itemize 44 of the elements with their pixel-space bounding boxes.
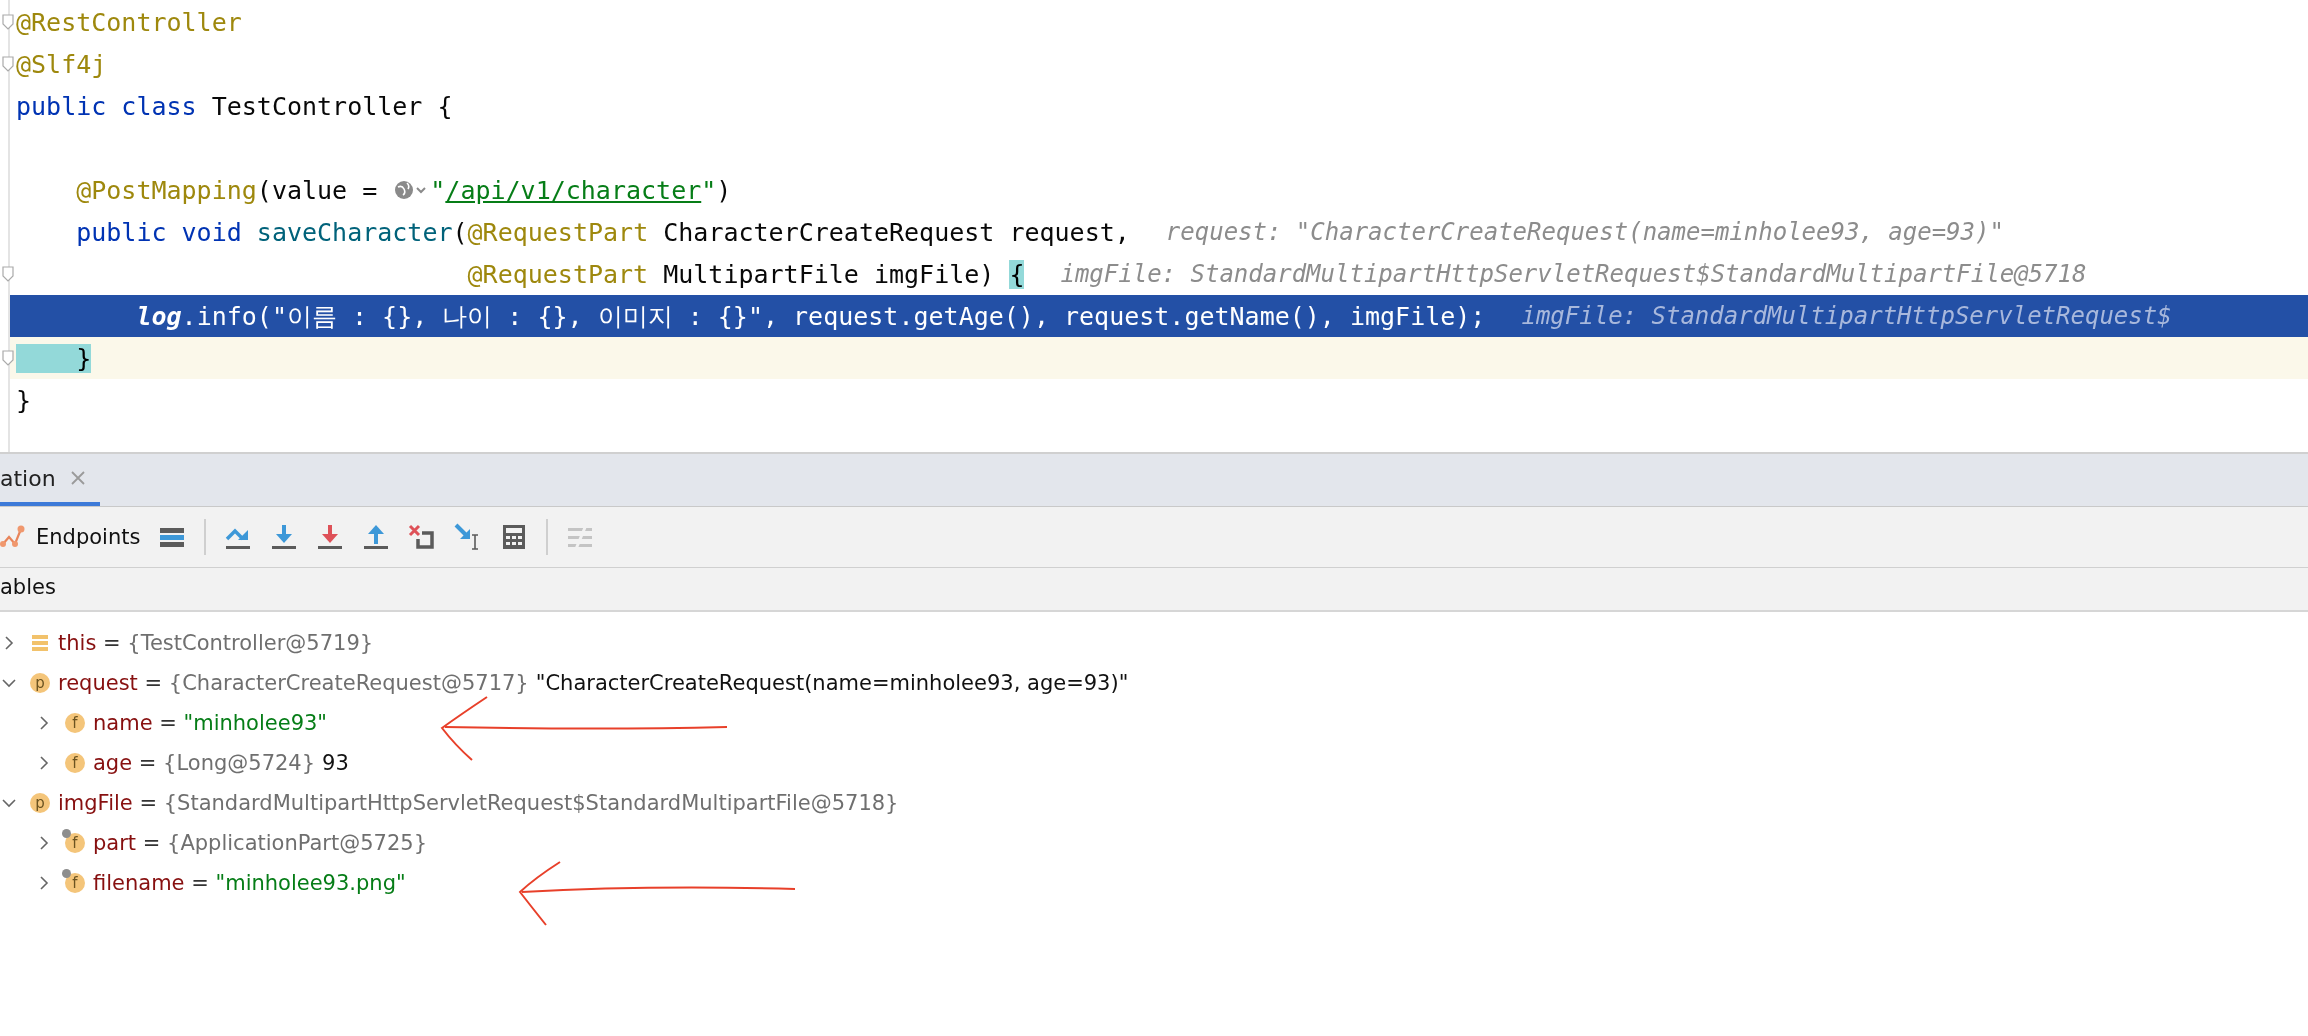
- expand-chevron-icon[interactable]: [37, 756, 51, 770]
- code-text: @RestController: [16, 7, 242, 37]
- code-text: }: [16, 385, 32, 415]
- fold-marker-icon[interactable]: [1, 350, 15, 366]
- variable-entry[interactable]: name = "minholee93": [93, 711, 328, 735]
- code-text: log.info("이름 : {}, 나이 : {}, 이미지 : {}", request.getAge(), request.getName(), imgFile);: [135, 300, 1486, 333]
- variable-entry[interactable]: filename = "minholee93.png": [93, 871, 406, 895]
- graph-icon: [0, 524, 26, 550]
- code-text: @Slf4j: [16, 49, 107, 79]
- fold-marker-icon[interactable]: [1, 56, 15, 72]
- code-text: public class TestController {: [16, 91, 453, 121]
- variable-entry[interactable]: this = {TestController@5719}: [58, 631, 374, 655]
- expand-chevron-icon[interactable]: [2, 796, 16, 810]
- expand-chevron-icon[interactable]: [37, 716, 51, 730]
- variable-badge-icon: p: [30, 673, 50, 693]
- variable-entry[interactable]: part = {ApplicationPart@5725}: [93, 831, 428, 855]
- fold-marker-icon[interactable]: [1, 14, 15, 30]
- variables-header: ables: [0, 575, 56, 599]
- variable-entry[interactable]: request = {CharacterCreateRequest@5717} "CharacterCreateRequest(name=minholee93, age=93)": [58, 671, 1129, 695]
- code-text: @RequestPart MultipartFile imgFile) {: [466, 259, 1025, 289]
- down-arrow-icon[interactable]: [316, 523, 345, 551]
- variable-badge-icon: p: [30, 793, 50, 813]
- variable-entry[interactable]: age = {Long@5724} 93: [93, 751, 349, 775]
- fold-marker-icon[interactable]: [1, 266, 15, 282]
- up-arrow-icon[interactable]: [362, 523, 391, 551]
- globe-icon[interactable]: [394, 179, 429, 201]
- code-text: @PostMapping(value =: [75, 175, 379, 205]
- expand-chevron-icon[interactable]: [2, 676, 16, 690]
- variable-badge-icon: f: [65, 713, 85, 733]
- inline-value-hint: imgFile: StandardMultipartHttpServletRequest$StandardMultipartFile@5718: [1060, 260, 2087, 288]
- variable-badge-icon: f: [65, 753, 85, 773]
- stack-icon: [30, 633, 50, 653]
- code-text: public void saveCharacter(@RequestPart CharacterCreateRequest request,: [75, 217, 1130, 247]
- inline-value-hint: imgFile: StandardMultipartHttpServletRequest$: [1521, 302, 2172, 330]
- code-text: }: [16, 343, 92, 373]
- code-text: "/api/v1/character"): [430, 175, 732, 205]
- inline-value-hint: request: "CharacterCreateRequest(name=minholee93, age=93)": [1165, 218, 2004, 246]
- down-arrow-icon[interactable]: [270, 523, 299, 551]
- endpoints-button[interactable]: Endpoints: [0, 524, 141, 550]
- drop-frame-icon[interactable]: [408, 523, 437, 551]
- variable-entry[interactable]: imgFile = {StandardMultipartHttpServletRequest$StandardMultipartFile@5718}: [58, 791, 899, 815]
- expand-chevron-icon[interactable]: [37, 836, 51, 850]
- expand-chevron-icon[interactable]: [2, 636, 16, 650]
- expand-chevron-icon[interactable]: [37, 876, 51, 890]
